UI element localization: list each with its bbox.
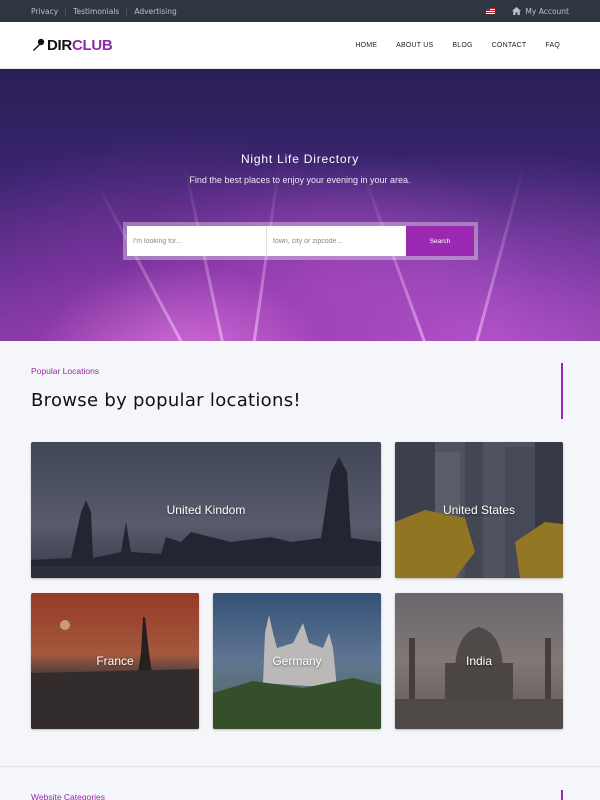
privacy-link[interactable]: Privacy [31,6,67,16]
testimonials-link[interactable]: Testimonials [66,6,128,16]
my-account-link[interactable]: My Account [525,7,569,16]
site-logo[interactable]: DIR CLUB [31,35,113,55]
search-button[interactable]: Search [406,226,474,256]
nav-contact[interactable]: CONTACT [492,42,527,49]
home-icon [512,7,522,15]
top-right: My Account [486,0,569,22]
nav-about-us[interactable]: ABOUT US [396,42,433,49]
location-card-germany[interactable]: Germany [213,593,381,729]
light-beam [96,183,193,341]
location-name: Germany [272,654,322,668]
location-card-united-kingdom[interactable]: United Kindom [31,442,381,578]
location-name: France [96,654,134,668]
hero-subtitle: Find the best places to enjoy your eveni… [189,175,411,185]
site-header: DIR CLUB HOME ABOUT US BLOG CONTACT FAQ [0,22,600,69]
light-beam [470,167,525,341]
hero-banner: Night Life Directory Find the best place… [0,69,600,341]
location-name: United States [442,503,516,517]
nav-faq[interactable]: FAQ [545,42,560,49]
microphone-icon [33,38,45,51]
top-bar: Privacy Testimonials Advertising My Acco… [0,0,600,22]
nav-blog[interactable]: BLOG [452,42,472,49]
logo-text-dir: DIR [47,36,72,54]
section-divider [0,766,600,767]
us-flag-icon[interactable] [486,8,496,14]
hero-title: Night Life Directory [240,152,360,166]
location-card-india[interactable]: India [395,593,563,729]
keyword-input[interactable] [127,226,267,256]
section-accent-bar [561,363,563,419]
location-card-france[interactable]: France [31,593,199,729]
location-card-united-states[interactable]: United States [395,442,563,578]
advertising-link[interactable]: Advertising [127,7,183,16]
section-label: Website Categories [31,792,106,800]
location-name: India [465,654,493,668]
top-links: Privacy Testimonials Advertising [31,0,184,22]
location-input[interactable] [267,226,406,256]
section-label: Popular Locations [31,366,100,376]
section-title: Browse by popular locations! [31,390,301,411]
section-accent-bar [561,790,563,800]
search-form: Search [123,222,478,260]
main-nav: HOME ABOUT US BLOG CONTACT FAQ [336,22,560,69]
location-name: United Kindom [166,503,246,517]
logo-text-club: CLUB [71,36,113,54]
nav-home[interactable]: HOME [355,42,377,49]
